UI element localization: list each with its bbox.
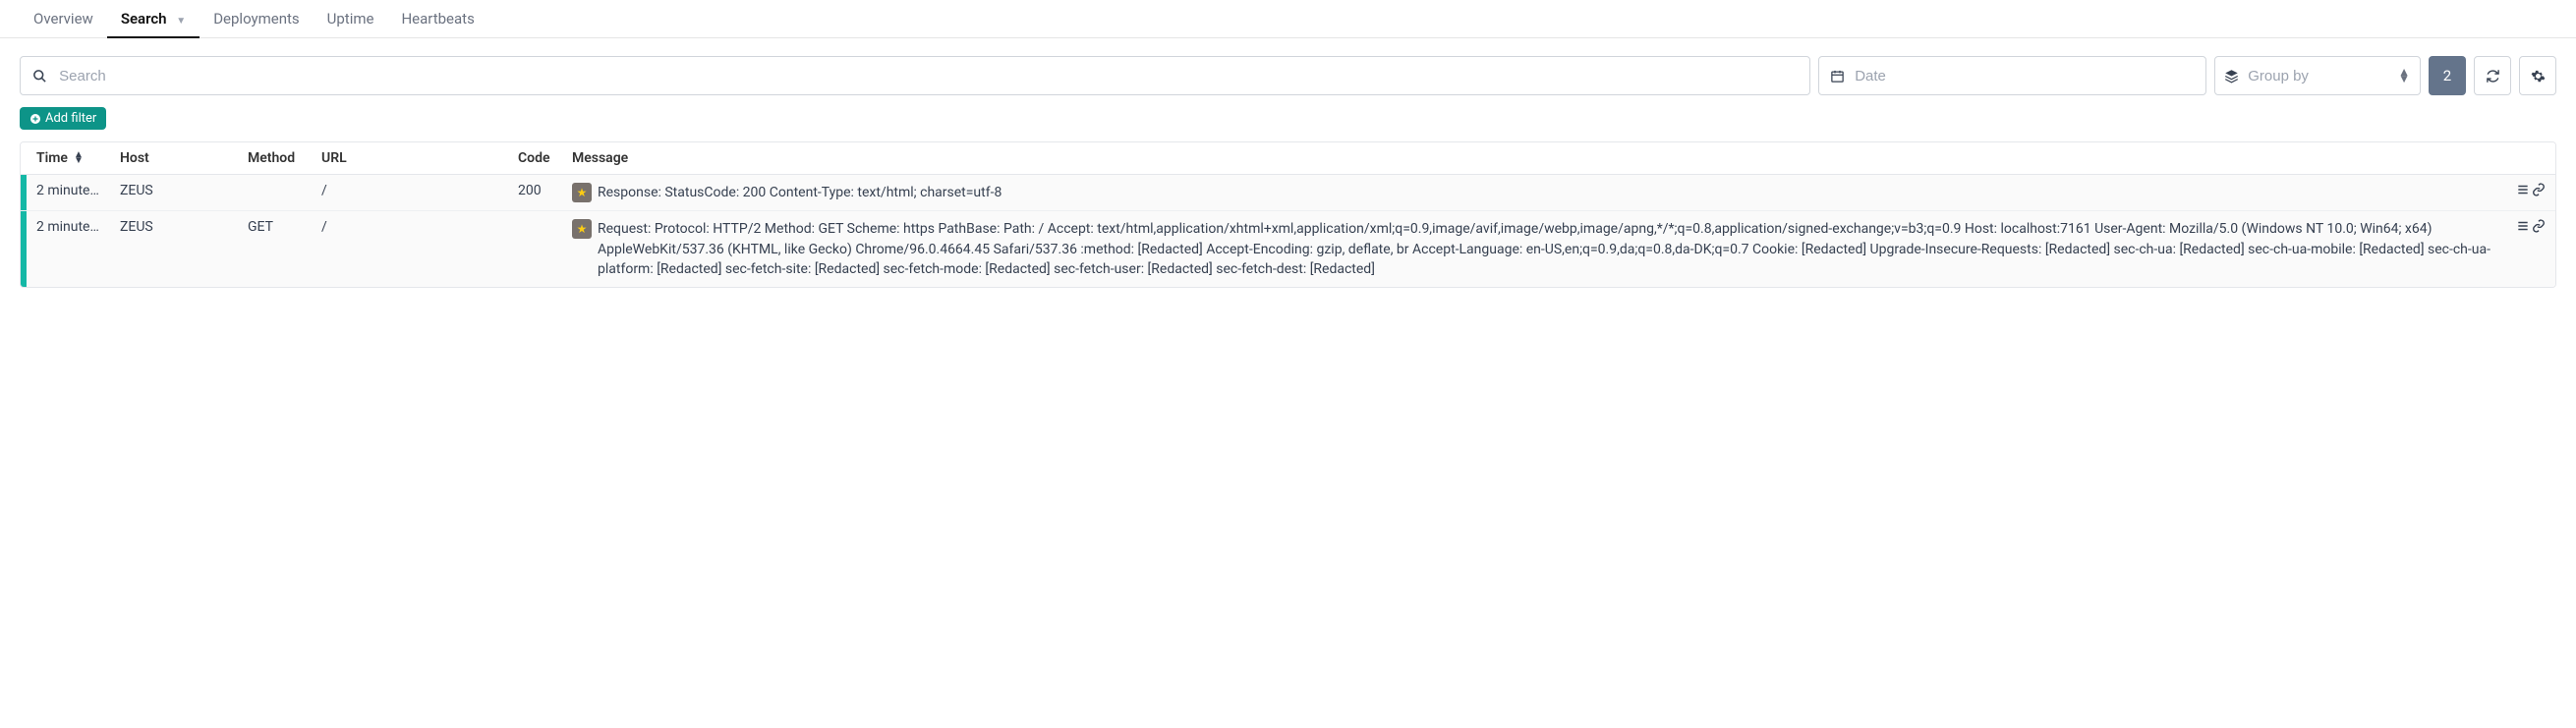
cell-host: ZEUS — [110, 175, 238, 210]
sort-icon: ▲▼ — [74, 152, 84, 164]
plus-circle-icon — [29, 113, 41, 125]
details-icon[interactable] — [2516, 219, 2530, 233]
tab-bar: Overview Search ▼ Deployments Uptime Hea… — [0, 0, 2576, 38]
tab-search[interactable]: Search ▼ — [107, 0, 200, 37]
cell-code: 200 — [508, 175, 562, 210]
settings-button[interactable] — [2519, 56, 2556, 95]
header-message[interactable]: Message — [562, 142, 2506, 174]
cell-method — [238, 175, 312, 210]
header-method[interactable]: Method — [238, 142, 312, 174]
search-icon — [21, 69, 59, 84]
table-row[interactable]: 2 minutes... ZEUS GET / ★ Request: Proto… — [21, 210, 2555, 287]
filter-row: Add filter — [0, 103, 2576, 141]
message-text: Request: Protocol: HTTP/2 Method: GET Sc… — [598, 219, 2496, 279]
cell-code — [508, 211, 562, 287]
table-header: Time ▲▼ Host Method URL Code Message — [21, 142, 2555, 175]
tab-uptime[interactable]: Uptime — [314, 0, 388, 37]
cell-time: 2 minutes... — [27, 175, 110, 210]
cell-method: GET — [238, 211, 312, 287]
star-icon[interactable]: ★ — [572, 183, 592, 202]
search-input-wrap[interactable] — [20, 56, 1810, 95]
header-time-label: Time — [36, 150, 68, 166]
refresh-button[interactable] — [2474, 56, 2511, 95]
layers-icon — [2215, 69, 2248, 84]
header-url[interactable]: URL — [312, 142, 508, 174]
sort-icon: ▲▼ — [2398, 69, 2410, 83]
table-body: 2 minutes... ZEUS / 200 ★ Response: Stat… — [21, 175, 2555, 287]
cell-time: 2 minutes... — [27, 211, 110, 287]
result-count-badge[interactable]: 2 — [2429, 56, 2466, 95]
cell-actions — [2506, 175, 2555, 210]
gear-icon — [2531, 69, 2546, 84]
tab-heartbeats[interactable]: Heartbeats — [387, 0, 487, 37]
header-actions — [2506, 142, 2555, 174]
tab-overview[interactable]: Overview — [20, 0, 107, 37]
link-icon[interactable] — [2532, 219, 2546, 233]
details-icon[interactable] — [2516, 183, 2530, 196]
refresh-icon — [2486, 69, 2500, 84]
groupby-input[interactable] — [2248, 57, 2420, 94]
tab-deployments[interactable]: Deployments — [200, 0, 313, 37]
link-icon[interactable] — [2532, 183, 2546, 196]
cell-url: / — [312, 211, 508, 287]
calendar-icon — [1819, 69, 1855, 84]
star-icon[interactable]: ★ — [572, 219, 592, 239]
log-table: Time ▲▼ Host Method URL Code Message 2 m… — [20, 141, 2556, 288]
cell-actions — [2506, 211, 2555, 287]
header-code[interactable]: Code — [508, 142, 562, 174]
cell-url: / — [312, 175, 508, 210]
cell-message: ★ Response: StatusCode: 200 Content-Type… — [562, 175, 2506, 210]
table-row[interactable]: 2 minutes... ZEUS / 200 ★ Response: Stat… — [21, 175, 2555, 210]
message-text: Response: StatusCode: 200 Content-Type: … — [598, 183, 1002, 202]
cell-host: ZEUS — [110, 211, 238, 287]
add-filter-button[interactable]: Add filter — [20, 107, 106, 130]
date-input-wrap[interactable] — [1818, 56, 2206, 95]
tab-search-label: Search — [121, 10, 167, 28]
add-filter-label: Add filter — [45, 111, 96, 126]
header-time[interactable]: Time ▲▼ — [27, 142, 110, 174]
cell-message: ★ Request: Protocol: HTTP/2 Method: GET … — [562, 211, 2506, 287]
groupby-select[interactable]: ▲▼ — [2214, 56, 2421, 95]
header-host[interactable]: Host — [110, 142, 238, 174]
chevron-down-icon: ▼ — [176, 16, 186, 27]
search-input[interactable] — [59, 57, 1809, 94]
date-input[interactable] — [1855, 57, 2205, 94]
toolbar: ▲▼ 2 — [0, 38, 2576, 103]
